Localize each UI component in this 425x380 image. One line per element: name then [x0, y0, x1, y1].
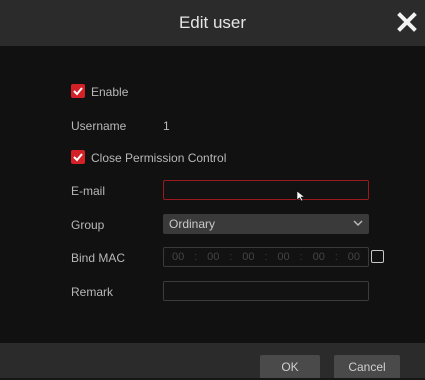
mac-octet[interactable]: 00	[348, 251, 360, 263]
close-icon[interactable]	[395, 10, 419, 34]
mac-octet[interactable]: 00	[242, 251, 254, 263]
mac-separator: :	[194, 251, 198, 263]
username-label: Username	[71, 119, 127, 133]
bind-mac-label: Bind MAC	[71, 251, 126, 265]
enable-label: Enable	[91, 85, 129, 99]
mac-octet[interactable]: 00	[207, 251, 219, 263]
group-select[interactable]: Ordinary	[163, 214, 369, 234]
ok-button[interactable]: OK	[260, 355, 320, 378]
mouse-pointer-icon	[296, 190, 306, 202]
mac-separator: :	[229, 251, 233, 263]
close-permission-checkbox[interactable]	[71, 150, 85, 164]
email-field[interactable]	[163, 180, 369, 200]
bind-mac-checkbox[interactable]	[371, 250, 384, 263]
mac-separator: :	[264, 251, 268, 263]
chevron-down-icon	[353, 220, 363, 226]
remark-label: Remark	[71, 285, 114, 299]
mac-octet[interactable]: 00	[313, 251, 325, 263]
cancel-button[interactable]: Cancel	[334, 355, 400, 378]
username-value: 1	[163, 119, 170, 133]
checkmark-icon	[73, 153, 83, 162]
enable-checkbox[interactable]	[71, 84, 85, 98]
mac-separator: :	[299, 251, 303, 263]
checkmark-icon	[73, 87, 83, 96]
remark-field[interactable]	[163, 281, 369, 301]
mac-separator: :	[334, 251, 338, 263]
email-label: E-mail	[71, 184, 106, 198]
mac-octet[interactable]: 00	[277, 251, 289, 263]
dialog-titlebar: Edit user	[0, 0, 425, 46]
mac-octet[interactable]: 00	[172, 251, 184, 263]
dialog-title: Edit user	[178, 13, 247, 32]
mac-address-field[interactable]: 00 : 00 : 00 : 00 : 00 : 00	[163, 247, 369, 267]
close-permission-label: Close Permission Control	[91, 151, 227, 165]
group-label: Group	[71, 218, 105, 232]
group-select-value: Ordinary	[169, 217, 216, 231]
